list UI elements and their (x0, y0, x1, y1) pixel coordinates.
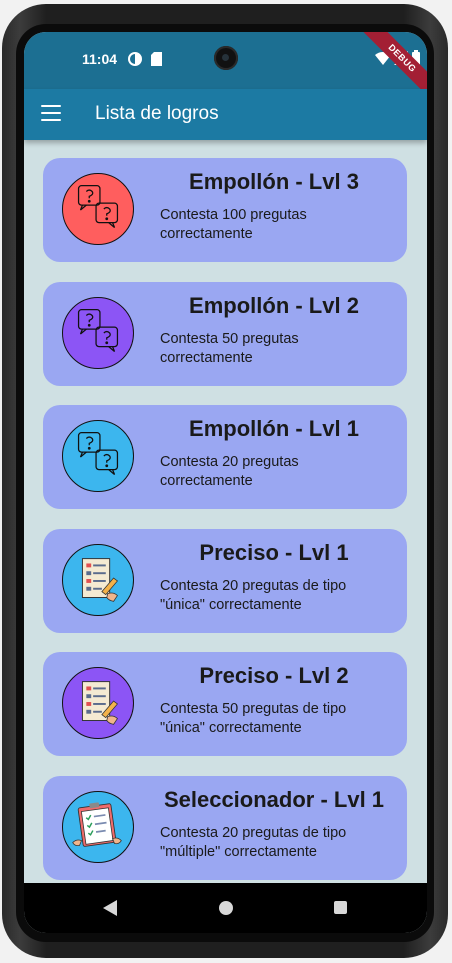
achievement-title: Preciso - Lvl 1 (199, 540, 349, 565)
achievement-description: Contesta 20 pregutas correctamente (160, 454, 299, 489)
status-time: 11:04 (82, 51, 118, 67)
phone-frame: 11:04 DEBUG Lista de logros Empollón - L… (2, 4, 448, 958)
achievement-description: Contesta 50 pregutas correctamente (160, 331, 299, 366)
home-icon[interactable] (219, 901, 233, 915)
test-sheet-icon (62, 544, 134, 616)
achievement-title: Empollón - Lvl 3 (189, 169, 359, 194)
achievement-description: Contesta 20 pregutas de tipo "múltiple" … (160, 825, 347, 860)
achievement-card[interactable]: Preciso - Lvl 2 Contesta 50 pregutas de … (43, 652, 407, 756)
data-saver-icon (128, 52, 142, 71)
menu-icon[interactable] (41, 105, 61, 123)
achievement-title: Seleccionador - Lvl 1 (163, 787, 385, 812)
achievement-title: Empollón - Lvl 2 (189, 293, 359, 318)
achievement-card[interactable]: Seleccionador - Lvl 1 Contesta 20 pregut… (43, 776, 407, 880)
achievements-list[interactable]: Empollón - Lvl 3 Contesta 100 pregutas c… (24, 140, 427, 883)
front-camera (214, 46, 238, 70)
clipboard-checklist-icon (62, 791, 134, 863)
test-sheet-icon (62, 667, 134, 739)
question-bubbles-icon (62, 420, 134, 492)
achievement-card[interactable]: Empollón - Lvl 2 Contesta 50 pregutas co… (43, 282, 407, 386)
recents-icon[interactable] (334, 901, 347, 914)
app-bar-title: Lista de logros (95, 103, 219, 124)
achievement-card[interactable]: Empollón - Lvl 3 Contesta 100 pregutas c… (43, 158, 407, 262)
sd-card-icon (151, 52, 162, 71)
status-bar: 11:04 DEBUG (24, 32, 427, 104)
achievement-card[interactable]: Preciso - Lvl 1 Contesta 20 pregutas de … (43, 529, 407, 633)
back-icon[interactable] (103, 900, 117, 921)
question-bubbles-icon (62, 297, 134, 369)
achievement-description: Contesta 100 pregutas correctamente (160, 207, 307, 242)
achievement-description: Contesta 50 pregutas de tipo "única" cor… (160, 701, 347, 736)
navigation-bar (24, 883, 427, 933)
achievement-title: Preciso - Lvl 2 (199, 663, 349, 688)
achievement-title: Empollón - Lvl 1 (189, 416, 359, 441)
app-bar: Lista de logros (24, 89, 427, 140)
achievement-description: Contesta 20 pregutas de tipo "única" cor… (160, 578, 347, 613)
phone-screen: 11:04 DEBUG Lista de logros Empollón - L… (24, 32, 427, 933)
achievement-card[interactable]: Empollón - Lvl 1 Contesta 20 pregutas co… (43, 405, 407, 509)
question-bubbles-icon (62, 173, 134, 245)
